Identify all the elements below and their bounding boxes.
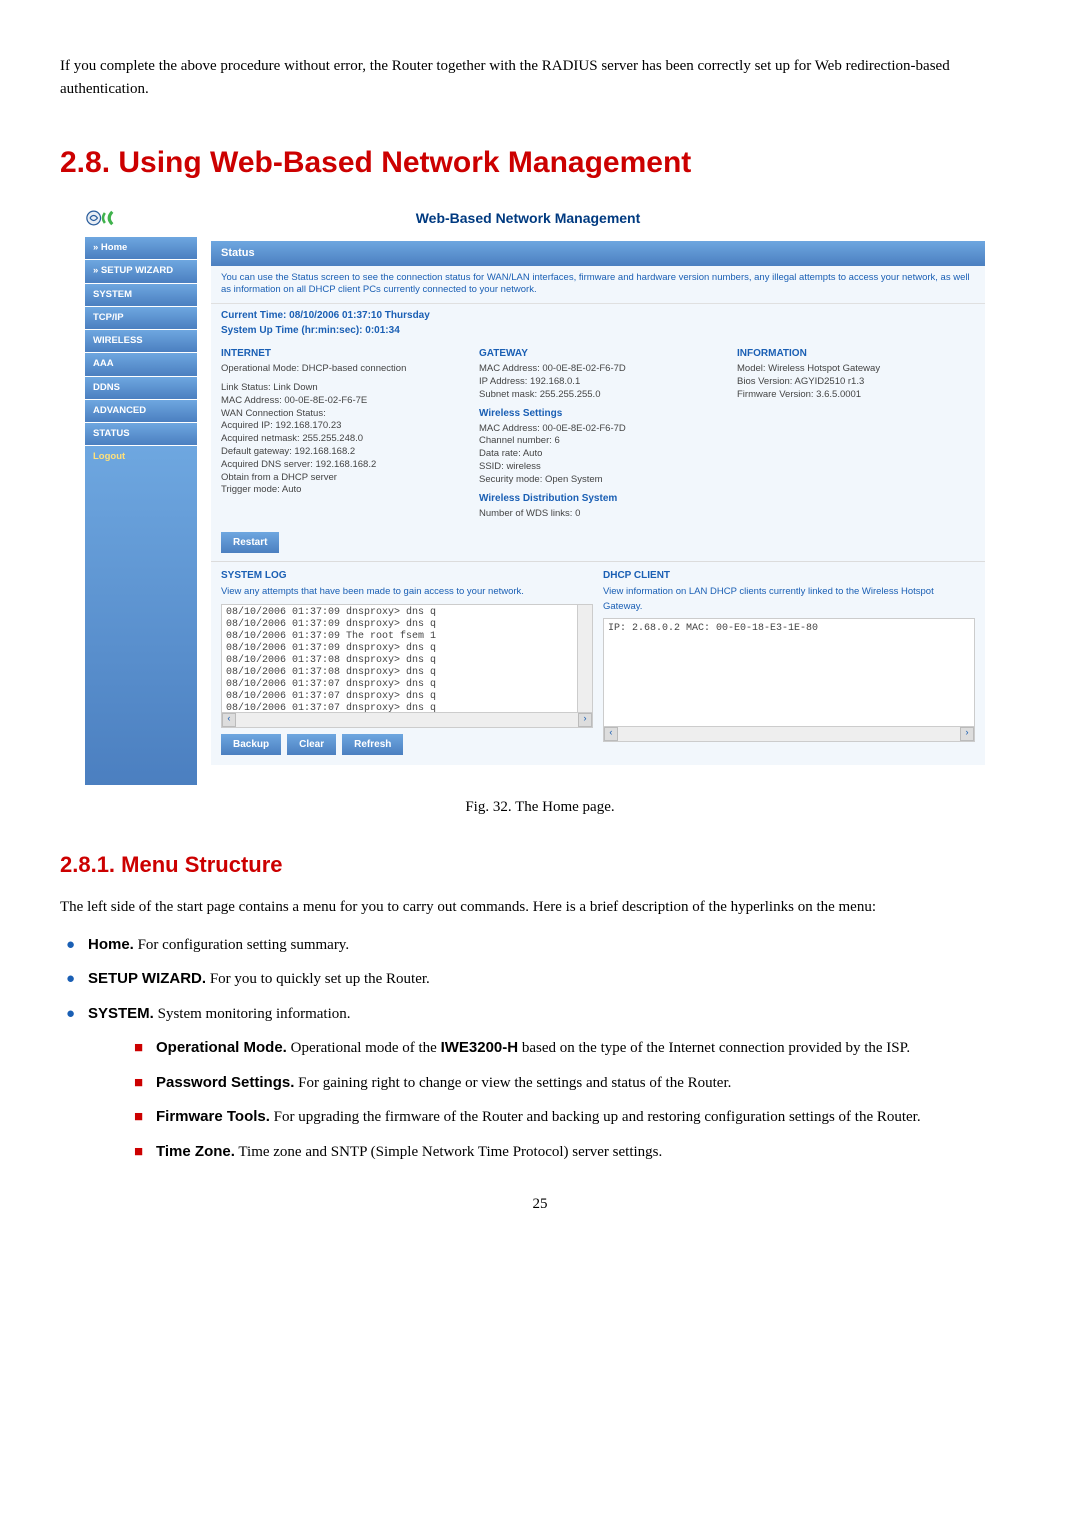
intro-paragraph: If you complete the above procedure with… xyxy=(60,55,1020,100)
sub-timezone: Time Zone. Time zone and SNTP (Simple Ne… xyxy=(128,1141,1020,1164)
bullet-home-label: Home. xyxy=(88,936,134,953)
bullet-system-label: SYSTEM. xyxy=(88,1005,154,1022)
wds-heading: Wireless Distribution System xyxy=(479,491,717,506)
side-system[interactable]: SYSTEM xyxy=(85,284,197,307)
dhcp-hscroll[interactable]: ‹› xyxy=(604,726,974,741)
side-ddns[interactable]: DDNS xyxy=(85,377,197,400)
section-2-8-1-heading: 2.8.1. Menu Structure xyxy=(60,848,1020,881)
wan-status: WAN Connection Status: xyxy=(221,408,459,421)
syslog-sub: View any attempts that have been made to… xyxy=(221,585,593,599)
ws-rate: Data rate: Auto xyxy=(479,448,717,461)
sub-pw-label: Password Settings. xyxy=(156,1074,294,1091)
bios-version: Bios Version: AGYID2510 r1.3 xyxy=(737,376,975,389)
status-heading: Status xyxy=(211,241,985,266)
sub-password: Password Settings. For gaining right to … xyxy=(128,1072,1020,1095)
bullet-system: SYSTEM. System monitoring information. O… xyxy=(60,1003,1020,1164)
wireless-settings-heading: Wireless Settings xyxy=(479,406,717,421)
refresh-button[interactable]: Refresh xyxy=(342,734,403,755)
op-mode: Operational Mode: DHCP-based connection xyxy=(221,363,459,376)
side-advanced[interactable]: ADVANCED xyxy=(85,400,197,423)
bullet-setup: SETUP WIZARD. For you to quickly set up … xyxy=(60,968,1020,991)
acquired-dns: Acquired DNS server: 192.168.168.2 xyxy=(221,459,459,472)
information-heading: INFORMATION xyxy=(737,346,975,361)
bullet-home: Home. For configuration setting summary. xyxy=(60,934,1020,957)
gw-ip: IP Address: 192.168.0.1 xyxy=(479,376,717,389)
side-home[interactable]: » Home xyxy=(85,237,197,260)
arrow-right-icon[interactable]: › xyxy=(578,713,592,727)
side-status[interactable]: STATUS xyxy=(85,423,197,446)
menu-paragraph: The left side of the start page contains… xyxy=(60,896,1020,919)
side-setup-wizard[interactable]: » SETUP WIZARD xyxy=(85,260,197,283)
default-gateway: Default gateway: 192.168.168.2 xyxy=(221,446,459,459)
bullet-home-text: For configuration setting summary. xyxy=(134,937,349,953)
syslog-lines: 08/10/2006 01:37:09 dnsproxy> dns q 08/1… xyxy=(226,607,436,714)
section-2-8-heading: 2.8. Using Web-Based Network Management xyxy=(60,140,1020,185)
management-screenshot: Web-Based Network Management » Home » SE… xyxy=(85,200,995,786)
bullet-system-text: System monitoring information. xyxy=(154,1006,351,1022)
sub-fw-label: Firmware Tools. xyxy=(156,1108,270,1125)
link-status: Link Status: Link Down xyxy=(221,382,459,395)
sub-firmware: Firmware Tools. For upgrading the firmwa… xyxy=(128,1106,1020,1129)
sub-op-text2: based on the type of the Internet connec… xyxy=(518,1040,910,1056)
gateway-heading: GATEWAY xyxy=(479,346,717,361)
internet-heading: INTERNET xyxy=(221,346,459,361)
side-wireless[interactable]: WIRELESS xyxy=(85,330,197,353)
dhcp-line: IP: 2.68.0.2 MAC: 00-E0-18-E3-1E-80 xyxy=(608,623,818,634)
ws-security: Security mode: Open System xyxy=(479,474,717,487)
side-tcpip[interactable]: TCP/IP xyxy=(85,307,197,330)
side-aaa[interactable]: AAA xyxy=(85,353,197,376)
current-time: Current Time: 08/10/2006 01:37:10 Thursd… xyxy=(221,308,975,323)
sub-op-mode: Operational Mode. Operational mode of th… xyxy=(128,1037,1020,1060)
model: Model: Wireless Hotspot Gateway xyxy=(737,363,975,376)
mac-addr: MAC Address: 00-0E-8E-02-F6-7E xyxy=(221,395,459,408)
sub-op-label: Operational Mode. xyxy=(156,1039,287,1056)
arrow-left-icon[interactable]: ‹ xyxy=(604,727,618,741)
sub-op-bold: IWE3200-H xyxy=(441,1039,519,1056)
ws-channel: Channel number: 6 xyxy=(479,435,717,448)
gw-subnet: Subnet mask: 255.255.255.0 xyxy=(479,389,717,402)
arrow-right-icon[interactable]: › xyxy=(960,727,974,741)
sub-pw-text: For gaining right to change or view the … xyxy=(294,1075,731,1091)
backup-button[interactable]: Backup xyxy=(221,734,281,755)
sub-fw-text: For upgrading the firmware of the Router… xyxy=(270,1109,921,1125)
bullet-setup-text: For you to quickly set up the Router. xyxy=(206,971,430,987)
dhcp-list[interactable]: IP: 2.68.0.2 MAC: 00-E0-18-E3-1E-80‹› xyxy=(603,618,975,742)
trigger-mode: Trigger mode: Auto xyxy=(221,484,459,497)
sub-tz-text: Time zone and SNTP (Simple Network Time … xyxy=(235,1144,662,1160)
sidebar: » Home » SETUP WIZARD SYSTEM TCP/IP WIRE… xyxy=(85,237,197,786)
syslog-console[interactable]: 08/10/2006 01:37:09 dnsproxy> dns q 08/1… xyxy=(221,604,593,728)
acquired-ip: Acquired IP: 192.168.170.23 xyxy=(221,420,459,433)
acquired-netmask: Acquired netmask: 255.255.248.0 xyxy=(221,433,459,446)
ws-mac: MAC Address: 00-0E-8E-02-F6-7D xyxy=(479,423,717,436)
sub-tz-label: Time Zone. xyxy=(156,1143,235,1160)
hscrollbar[interactable]: ‹› xyxy=(222,712,592,727)
fw-version: Firmware Version: 3.6.5.0001 xyxy=(737,389,975,402)
obtain-dhcp: Obtain from a DHCP server xyxy=(221,472,459,485)
dhcp-heading: DHCP CLIENT xyxy=(603,568,975,583)
wds-links: Number of WDS links: 0 xyxy=(479,508,717,521)
scrollbar-icon[interactable] xyxy=(577,605,592,713)
clear-button[interactable]: Clear xyxy=(287,734,336,755)
gw-mac: MAC Address: 00-0E-8E-02-F6-7D xyxy=(479,363,717,376)
page-number: 25 xyxy=(60,1193,1020,1216)
bullet-setup-label: SETUP WIZARD. xyxy=(88,970,206,987)
syslog-heading: SYSTEM LOG xyxy=(221,568,593,583)
dhcp-sub: View information on LAN DHCP clients cur… xyxy=(603,585,975,614)
arrow-left-icon[interactable]: ‹ xyxy=(222,713,236,727)
figure-caption: Fig. 32. The Home page. xyxy=(60,796,1020,819)
logo-swirl-icon xyxy=(85,200,121,236)
ws-ssid: SSID: wireless xyxy=(479,461,717,474)
sub-op-text1: Operational mode of the xyxy=(287,1040,441,1056)
restart-button[interactable]: Restart xyxy=(221,532,279,553)
uptime: System Up Time (hr:min:sec): 0:01:34 xyxy=(221,323,975,338)
side-logout[interactable]: Logout xyxy=(85,446,197,785)
status-description: You can use the Status screen to see the… xyxy=(211,266,985,304)
mgmt-title: Web-Based Network Management xyxy=(121,208,995,229)
